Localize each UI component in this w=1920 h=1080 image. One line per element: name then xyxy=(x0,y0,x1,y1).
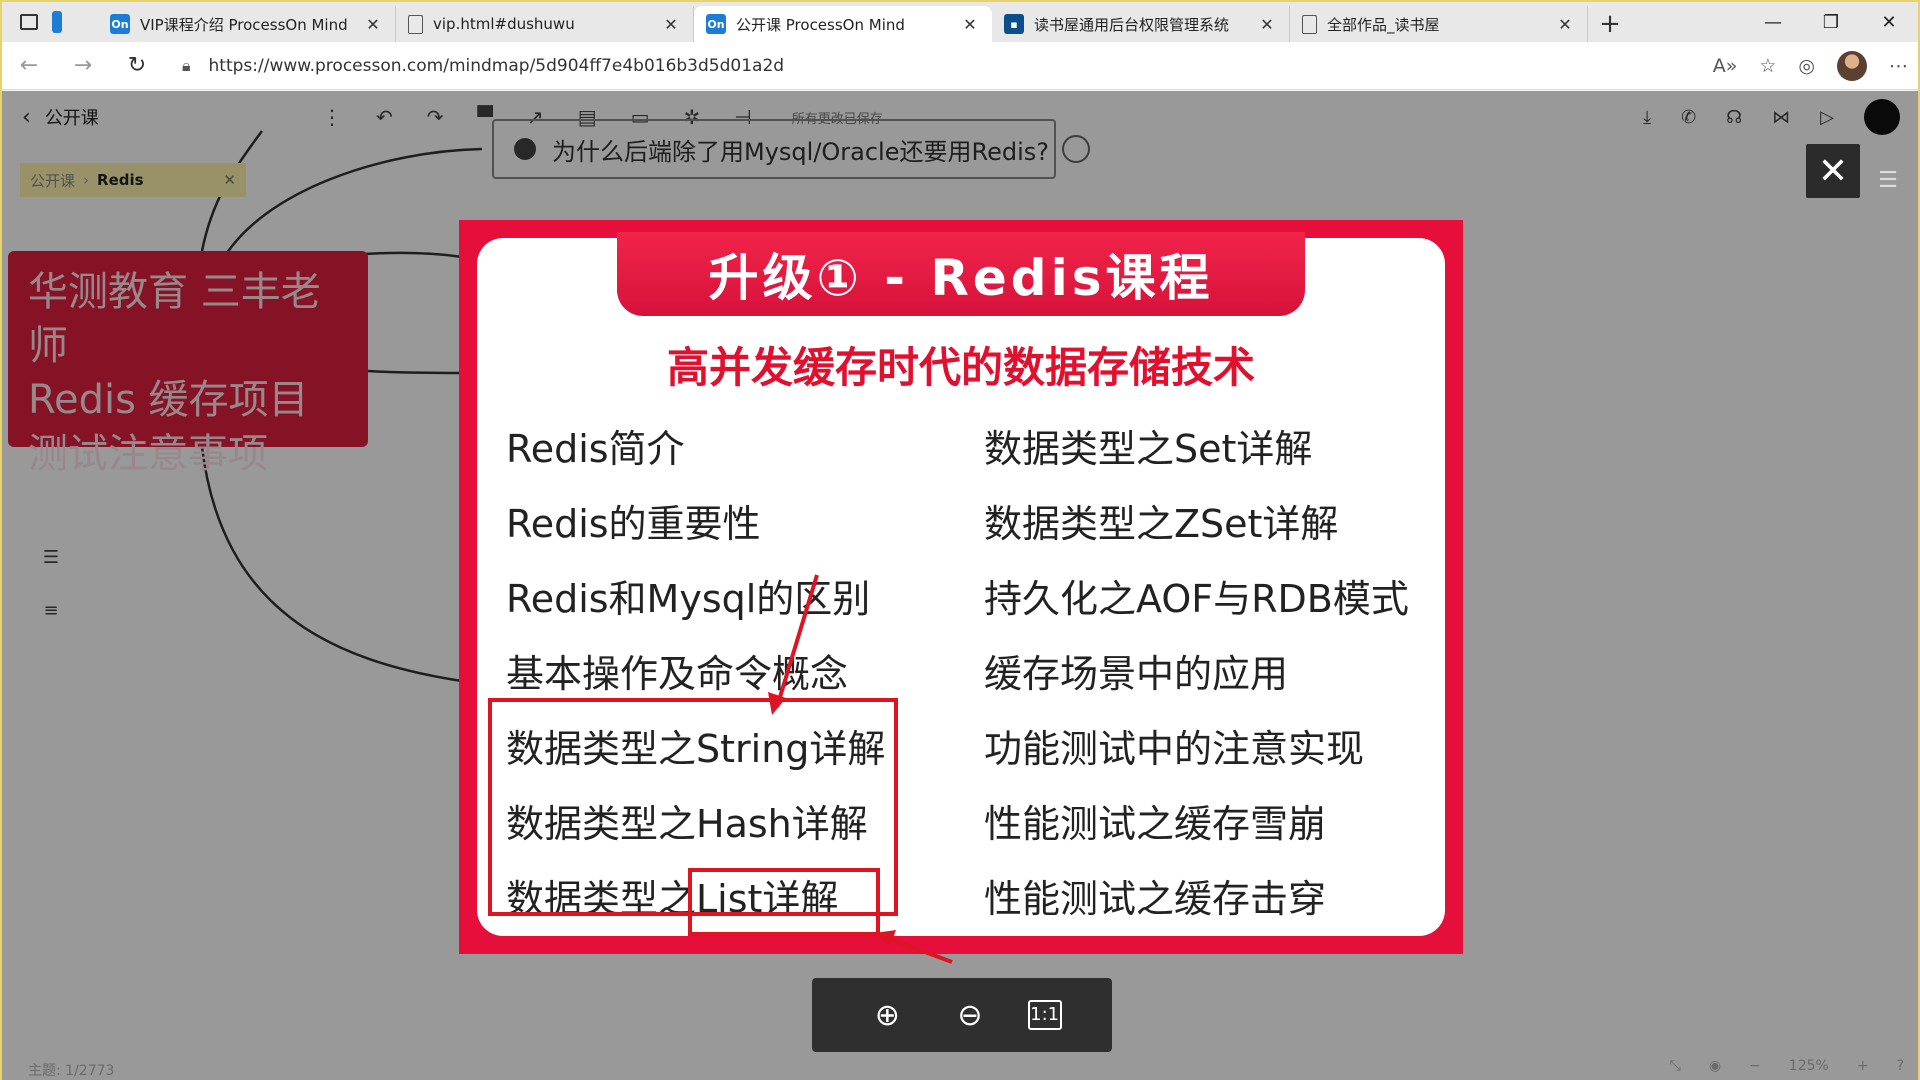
tab-title: 读书屋通用后台权限管理系统 xyxy=(1034,15,1230,34)
tab-close-icon[interactable]: ✕ xyxy=(661,15,681,34)
processon-favicon-icon: On xyxy=(110,14,130,34)
tab-vip-html[interactable]: vip.html#dushuwu ✕ xyxy=(396,6,694,42)
extension-icon[interactable]: ◎ xyxy=(1798,55,1815,77)
tab-strip: On VIP课程介绍 ProcessOn Mind ✕ vip.html#dus… xyxy=(2,2,1918,42)
course-item: Redis和Mysql的区别 xyxy=(506,577,871,621)
new-tab-button[interactable]: + xyxy=(1588,6,1632,42)
back-icon[interactable]: ← xyxy=(2,42,56,90)
close-window-icon[interactable]: ✕ xyxy=(1860,2,1918,42)
browser-window: On VIP课程介绍 ProcessOn Mind ✕ vip.html#dus… xyxy=(0,0,1920,1080)
course-item: 性能测试之缓存雪崩 xyxy=(984,802,1327,846)
course-item: 数据类型之Set详解 xyxy=(984,427,1313,471)
url-field[interactable]: 🔒︎ https://www.processon.com/mindmap/5d9… xyxy=(182,48,1652,84)
course-list-right: 数据类型之Set详解 数据类型之ZSet详解 持久化之AOF与RDB模式 缓存场… xyxy=(984,408,1409,933)
help-icon[interactable]: ? xyxy=(1897,1058,1904,1074)
course-subtitle: 高并发缓存时代的数据存储技术 xyxy=(666,343,1255,392)
processon-favicon-icon: On xyxy=(706,14,726,34)
thinkphp-favicon-icon: ▪ xyxy=(1004,14,1024,34)
actual-size-button[interactable]: 1:1 xyxy=(1027,1000,1062,1030)
course-banner: 升级① - Redis课程 xyxy=(617,232,1305,316)
zoom-in-small-icon[interactable]: + xyxy=(1857,1058,1869,1074)
document-favicon-icon xyxy=(408,14,423,34)
tab-title: VIP课程介绍 ProcessOn Mind xyxy=(140,15,348,34)
address-bar: ← → ↻ 🔒︎ https://www.processon.com/mindm… xyxy=(2,42,1918,90)
document-favicon-icon xyxy=(1302,14,1317,34)
fit-view-icon[interactable]: ⤡ xyxy=(1670,1058,1681,1074)
tab-title: 公开课 ProcessOn Mind xyxy=(736,15,905,34)
tab-admin-system[interactable]: ▪ 读书屋通用后台权限管理系统 ✕ xyxy=(992,6,1290,42)
restore-icon[interactable]: ❐ xyxy=(1802,2,1860,42)
tab-close-icon[interactable]: ✕ xyxy=(960,15,980,34)
window-controls: — ❐ ✕ xyxy=(1744,2,1918,42)
tab-close-icon[interactable]: ✕ xyxy=(363,15,383,34)
course-item: 缓存场景中的应用 xyxy=(984,652,1289,696)
tab-actions xyxy=(2,2,98,42)
course-item: 基本操作及命令概念 xyxy=(506,652,849,696)
course-item: 持久化之AOF与RDB模式 xyxy=(984,577,1409,621)
preview-zoom-controls: ⊕ ⊖ 1:1 xyxy=(812,978,1112,1052)
forward-icon[interactable]: → xyxy=(56,42,110,90)
zoom-in-icon[interactable]: ⊕ xyxy=(862,998,912,1033)
tab-open-course[interactable]: On 公开课 ProcessOn Mind ✕ xyxy=(694,6,992,42)
lock-icon[interactable]: 🔒︎ xyxy=(182,56,191,76)
refresh-icon[interactable]: ↻ xyxy=(110,42,164,90)
zoom-out-small-icon[interactable]: − xyxy=(1749,1058,1761,1074)
status-bar-right: ⤡ ◉ − 125% + ? xyxy=(1670,1058,1904,1074)
topic-count-status: 主题: 1/2773 xyxy=(28,1063,115,1079)
tab-close-icon[interactable]: ✕ xyxy=(1257,15,1277,34)
tab-close-icon[interactable]: ✕ xyxy=(1555,15,1575,34)
tab-title: vip.html#dushuwu xyxy=(433,15,575,33)
annotation-box-list xyxy=(688,868,880,936)
add-favorite-icon[interactable]: ☆ xyxy=(1759,55,1776,77)
address-bar-actions: A» ☆ ◎ ⋯ xyxy=(1713,42,1908,90)
course-item: 性能测试之缓存击穿 xyxy=(984,877,1327,921)
url-text: https://www.processon.com/mindmap/5d904f… xyxy=(208,56,785,76)
minimize-icon[interactable]: — xyxy=(1744,2,1802,42)
close-preview-button[interactable]: ✕ xyxy=(1806,144,1860,198)
settings-icon[interactable]: ☰ xyxy=(1868,160,1908,200)
zoom-out-icon[interactable]: ⊖ xyxy=(945,998,995,1033)
vertical-tabs-icon[interactable] xyxy=(52,11,62,33)
tab-actions-icon[interactable] xyxy=(20,14,38,30)
course-item: 功能测试中的注意实现 xyxy=(984,727,1365,771)
tab-title: 全部作品_读书屋 xyxy=(1327,15,1440,34)
tab-all-works[interactable]: 全部作品_读书屋 ✕ xyxy=(1290,6,1588,42)
read-aloud-icon[interactable]: A» xyxy=(1713,55,1738,77)
course-item: 数据类型之ZSet详解 xyxy=(984,502,1339,546)
more-menu-icon[interactable]: ⋯ xyxy=(1889,55,1908,77)
course-item: Redis的重要性 xyxy=(506,502,761,546)
profile-avatar[interactable] xyxy=(1837,51,1867,81)
locate-icon[interactable]: ◉ xyxy=(1709,1058,1721,1074)
tab-vip-course[interactable]: On VIP课程介绍 ProcessOn Mind ✕ xyxy=(98,6,396,42)
course-item: Redis简介 xyxy=(506,427,685,471)
zoom-level: 125% xyxy=(1788,1058,1829,1074)
